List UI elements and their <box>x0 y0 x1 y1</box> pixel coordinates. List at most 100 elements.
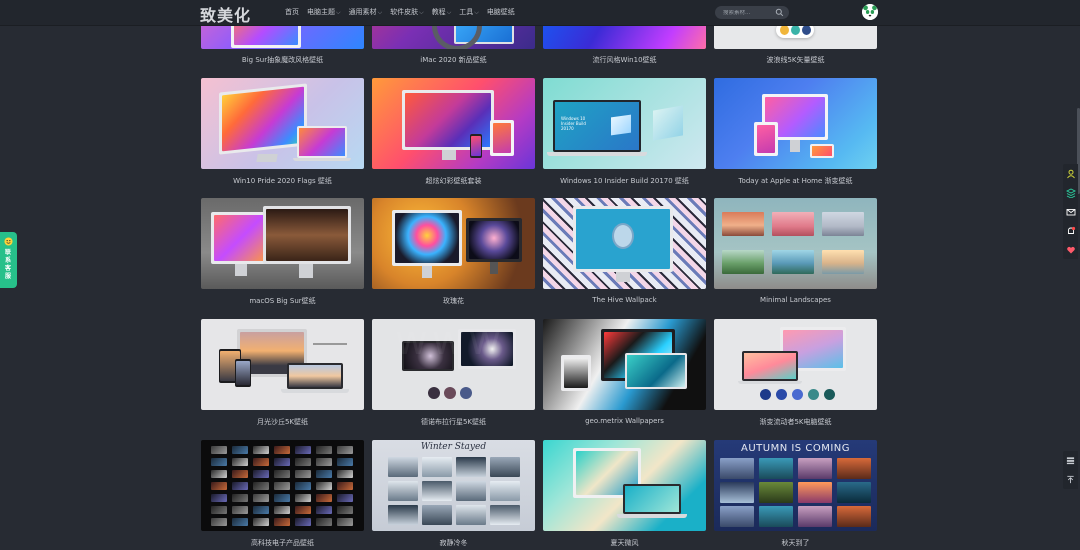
thumbnail-tile <box>211 518 227 526</box>
thumbnail-tile <box>316 482 332 490</box>
thumbnail-tile <box>232 494 248 502</box>
side-tool-menu[interactable] <box>1063 451 1078 470</box>
wallpaper-thumbnail[interactable]: Windows 10 Insider Build 20170 <box>543 78 706 169</box>
wallpaper-thumbnail[interactable] <box>201 78 364 169</box>
nav-item[interactable]: 电脑主题⌵ <box>307 0 347 25</box>
thumbnail-tile <box>274 458 290 466</box>
wallpaper-thumbnail[interactable] <box>201 198 364 289</box>
chevron-down-icon: ⌵ <box>419 9 424 16</box>
wallpaper-title[interactable]: 超炫幻彩壁纸套装 <box>372 176 535 186</box>
heart-icon <box>1066 246 1075 253</box>
thumbnail-tile <box>490 457 520 477</box>
thumbnail-tile <box>720 458 754 479</box>
wallpaper-thumbnail[interactable]: AUTUMN IS COMING <box>714 440 877 531</box>
thumbnail-tile <box>211 458 227 466</box>
wallpaper-title[interactable]: Big Sur抽象魔改风格壁纸 <box>201 55 364 65</box>
wallpaper-title[interactable]: geo.metrix Wallpapers <box>543 417 706 425</box>
wallpaper-title[interactable]: Minimal Landscapes <box>714 296 877 304</box>
wallpaper-title[interactable]: macOS Big Sur壁纸 <box>201 296 364 306</box>
panda-avatar-icon <box>862 4 878 20</box>
wallpaper-title[interactable]: 流行风格Win10壁纸 <box>543 55 706 65</box>
layers-icon <box>1065 187 1076 198</box>
thumbnail-tile <box>316 518 332 526</box>
contact-support-tab[interactable]: 联系客服 <box>0 232 17 288</box>
nav-item[interactable]: 通用素材⌵ <box>349 0 389 25</box>
wallpaper-thumbnail[interactable] <box>543 319 706 410</box>
side-toolbar-bottom <box>1063 451 1078 489</box>
thumbnail-tile <box>388 457 418 477</box>
wallpaper-thumbnail[interactable] <box>372 198 535 289</box>
side-toolbar <box>1063 164 1078 259</box>
chevron-down-icon: ⌵ <box>377 9 383 16</box>
thumbnail-tile <box>337 482 353 490</box>
search-icon[interactable] <box>775 8 784 17</box>
thumbnail-tile <box>253 506 269 514</box>
side-tool-back-to-top[interactable] <box>1063 470 1078 489</box>
thumbnail-tile <box>274 446 290 454</box>
thumbnail-tile <box>274 470 290 478</box>
side-tool-favorite[interactable] <box>1063 240 1078 259</box>
search-input[interactable] <box>723 9 781 16</box>
wallpaper-title[interactable]: 月光沙丘5K壁纸 <box>201 417 364 427</box>
side-tool-layers[interactable] <box>1063 183 1078 202</box>
user-avatar[interactable] <box>862 4 878 20</box>
wallpaper-title[interactable]: 夏天微风 <box>543 538 706 548</box>
nav-item[interactable]: 首页 <box>285 0 305 25</box>
thumbnail-tile <box>211 446 227 454</box>
site-logo[interactable]: 致美化 <box>200 2 251 26</box>
thumb-overlay-text: AUTUMN IS COMING <box>740 443 850 454</box>
thumbnail-tile <box>759 482 793 503</box>
wallpaper-thumbnail[interactable] <box>201 440 364 531</box>
wallpaper-thumbnail[interactable]: Winter Stayed <box>372 440 535 531</box>
contact-support-label: 联系客服 <box>5 249 12 280</box>
wallpaper-title[interactable]: 高科技电子产品壁纸 <box>201 538 364 548</box>
thumbnail-tile <box>295 506 311 514</box>
mail-icon <box>1066 208 1075 215</box>
thumbnail-tile <box>316 470 332 478</box>
wallpaper-thumbnail[interactable] <box>543 198 706 289</box>
wallpaper-title[interactable]: 波浪线5K矢量壁纸 <box>714 55 877 65</box>
nav-item[interactable]: 教程⌵ <box>432 0 458 25</box>
wallpaper-thumbnail[interactable] <box>714 198 877 289</box>
thumbnail-tile <box>232 518 248 526</box>
wallpaper-title[interactable]: 渐变流动者5K电脑壁纸 <box>714 417 877 427</box>
side-tool-notification[interactable] <box>1063 221 1078 240</box>
wallpaper-title[interactable]: The Hive Wallpack <box>543 296 706 304</box>
side-tool-user[interactable] <box>1063 164 1078 183</box>
nav-item[interactable]: 工具⌵ <box>459 0 485 25</box>
search-box[interactable] <box>715 6 789 19</box>
side-tool-mail[interactable] <box>1063 202 1078 221</box>
thumbnail-tile <box>211 506 227 514</box>
wallpaper-title[interactable]: 德诺布拉行星5K壁纸 <box>372 417 535 427</box>
wallpaper-title[interactable]: 玫瑰花 <box>372 296 535 306</box>
wallpaper-thumbnail[interactable] <box>714 319 877 410</box>
nav-item-label: 电脑壁纸 <box>486 8 515 16</box>
thumbnail-tile <box>337 458 353 466</box>
wallpaper-title[interactable]: Today at Apple at Home 渐变壁纸 <box>714 176 877 186</box>
wallpaper-title[interactable]: 秋天到了 <box>714 538 877 548</box>
thumbnail-tile <box>211 470 227 478</box>
thumbnail-tile <box>337 470 353 478</box>
nav-item-label: 工具 <box>459 8 474 16</box>
thumbnail-tile <box>253 458 269 466</box>
thumbnail-tile <box>456 457 486 477</box>
nav-item[interactable]: 软件皮肤⌵ <box>390 0 430 25</box>
user-icon <box>1066 169 1075 178</box>
nav-item-label: 首页 <box>285 8 299 16</box>
thumbnail-tile <box>295 470 311 478</box>
wallpaper-thumbnail[interactable] <box>714 78 877 169</box>
nav-item[interactable]: 电脑壁纸 <box>487 0 521 25</box>
thumbnail-tile <box>337 446 353 454</box>
wallpaper-title[interactable]: Win10 Pride 2020 Flags 壁纸 <box>201 176 364 186</box>
thumbnail-tile <box>316 458 332 466</box>
wallpaper-title[interactable]: Windows 10 Insider Build 20170 壁纸 <box>543 176 706 186</box>
nav-item-label: 教程 <box>431 8 446 16</box>
thumbnail-tile <box>316 506 332 514</box>
wallpaper-thumbnail[interactable] <box>201 319 364 410</box>
wallpaper-thumbnail[interactable] <box>543 440 706 531</box>
wallpaper-thumbnail[interactable] <box>372 78 535 169</box>
chevron-down-icon: ⌵ <box>336 9 341 16</box>
thumbnail-tile <box>295 482 311 490</box>
wallpaper-title[interactable]: 寂静冷冬 <box>372 538 535 548</box>
wallpaper-title[interactable]: iMac 2020 新品壁纸 <box>372 55 535 65</box>
